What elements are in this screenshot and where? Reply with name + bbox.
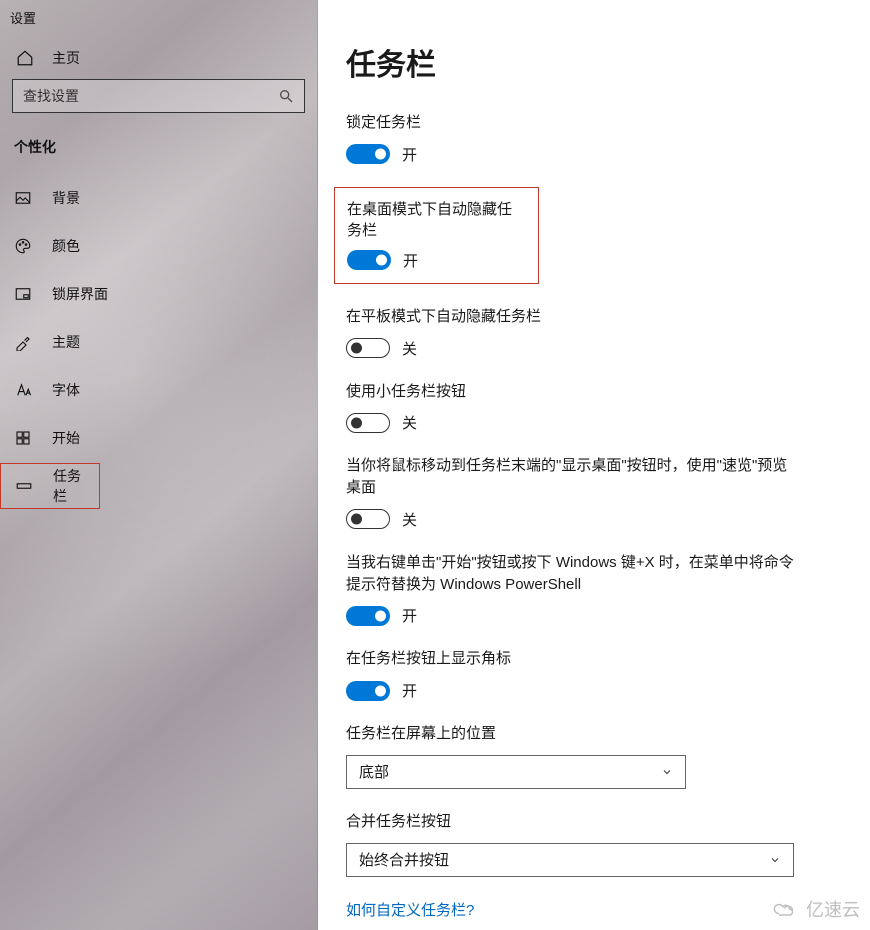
toggle-state-label: 开 bbox=[402, 144, 417, 165]
sidebar-item-label: 主题 bbox=[52, 332, 80, 352]
toggle-powershell[interactable] bbox=[346, 606, 390, 626]
setting-label: 当你将鼠标移动到任务栏末端的"显示桌面"按钮时，使用"速览"预览桌面 bbox=[346, 455, 796, 499]
chevron-down-icon bbox=[661, 766, 673, 778]
cloud-icon bbox=[770, 899, 800, 919]
toggle-lock-taskbar[interactable] bbox=[346, 144, 390, 164]
dropdown-combine-buttons[interactable]: 始终合并按钮 bbox=[346, 843, 794, 877]
setting-combine-buttons: 合并任务栏按钮 始终合并按钮 bbox=[346, 811, 842, 877]
watermark: 亿速云 bbox=[770, 896, 860, 922]
sidebar-item-fonts[interactable]: 字体 bbox=[0, 367, 317, 413]
search-icon bbox=[278, 88, 294, 104]
toggle-badges[interactable] bbox=[346, 681, 390, 701]
chevron-down-icon bbox=[769, 854, 781, 866]
setting-autohide-tablet: 在平板模式下自动隐藏任务栏 关 bbox=[346, 306, 842, 359]
link-customize-taskbar[interactable]: 如何自定义任务栏? bbox=[346, 899, 842, 920]
theme-icon bbox=[14, 333, 32, 351]
sidebar-item-colors[interactable]: 颜色 bbox=[0, 223, 317, 269]
sidebar-item-label: 任务栏 bbox=[53, 466, 85, 506]
toggle-small-buttons[interactable] bbox=[346, 413, 390, 433]
setting-lock-taskbar: 锁定任务栏 开 bbox=[346, 112, 842, 165]
dropdown-value: 始终合并按钮 bbox=[359, 849, 449, 870]
palette-icon bbox=[14, 237, 32, 255]
setting-badges: 在任务栏按钮上显示角标 开 bbox=[346, 648, 842, 701]
app-title: 设置 bbox=[0, 0, 317, 37]
sidebar-item-start[interactable]: 开始 bbox=[0, 415, 317, 461]
sidebar-item-label: 颜色 bbox=[52, 236, 80, 256]
settings-window: 设置 主页 个性化 背景 bbox=[0, 0, 870, 930]
sidebar-home[interactable]: 主页 bbox=[0, 37, 317, 79]
setting-label: 使用小任务栏按钮 bbox=[346, 381, 842, 403]
toggle-state-label: 开 bbox=[402, 605, 417, 626]
sidebar-item-background[interactable]: 背景 bbox=[0, 175, 317, 221]
sidebar-item-taskbar[interactable]: 任务栏 bbox=[0, 463, 100, 509]
setting-label: 在桌面模式下自动隐藏任务栏 bbox=[347, 198, 526, 240]
section-title: 个性化 bbox=[0, 131, 317, 175]
sidebar-item-lockscreen[interactable]: 锁屏界面 bbox=[0, 271, 317, 317]
setting-autohide-desktop-highlight: 在桌面模式下自动隐藏任务栏 开 bbox=[334, 187, 539, 284]
sidebar: 设置 主页 个性化 背景 bbox=[0, 0, 318, 930]
search-input[interactable] bbox=[23, 88, 278, 104]
toggle-state-label: 开 bbox=[403, 250, 418, 271]
toggle-state-label: 关 bbox=[402, 509, 417, 530]
main-content: 任务栏 锁定任务栏 开 在桌面模式下自动隐藏任务栏 开 在平板模式下自动隐藏任务… bbox=[318, 0, 870, 930]
start-icon bbox=[14, 429, 32, 447]
setting-label: 锁定任务栏 bbox=[346, 112, 842, 134]
taskbar-icon bbox=[15, 477, 33, 495]
setting-label: 当我右键单击"开始"按钮或按下 Windows 键+X 时，在菜单中将命令提示符… bbox=[346, 552, 796, 596]
sidebar-item-themes[interactable]: 主题 bbox=[0, 319, 317, 365]
home-icon bbox=[16, 49, 34, 67]
sidebar-item-label: 锁屏界面 bbox=[52, 284, 108, 304]
setting-powershell: 当我右键单击"开始"按钮或按下 Windows 键+X 时，在菜单中将命令提示符… bbox=[346, 552, 842, 627]
search-box[interactable] bbox=[12, 79, 305, 113]
dropdown-value: 底部 bbox=[359, 761, 389, 782]
setting-label: 在平板模式下自动隐藏任务栏 bbox=[346, 306, 842, 328]
setting-peek-preview: 当你将鼠标移动到任务栏末端的"显示桌面"按钮时，使用"速览"预览桌面 关 bbox=[346, 455, 842, 530]
setting-label: 合并任务栏按钮 bbox=[346, 811, 842, 833]
toggle-state-label: 开 bbox=[402, 680, 417, 701]
sidebar-item-label: 字体 bbox=[52, 380, 80, 400]
sidebar-item-label: 开始 bbox=[52, 428, 80, 448]
toggle-state-label: 关 bbox=[402, 338, 417, 359]
page-title: 任务栏 bbox=[346, 40, 842, 84]
setting-taskbar-position: 任务栏在屏幕上的位置 底部 bbox=[346, 723, 842, 789]
setting-small-buttons: 使用小任务栏按钮 关 bbox=[346, 381, 842, 434]
watermark-text: 亿速云 bbox=[806, 896, 860, 922]
sidebar-home-label: 主页 bbox=[52, 48, 80, 68]
toggle-state-label: 关 bbox=[402, 412, 417, 433]
setting-label: 任务栏在屏幕上的位置 bbox=[346, 723, 842, 745]
setting-label: 在任务栏按钮上显示角标 bbox=[346, 648, 842, 670]
picture-icon bbox=[14, 189, 32, 207]
toggle-autohide-tablet[interactable] bbox=[346, 338, 390, 358]
font-icon bbox=[14, 381, 32, 399]
dropdown-taskbar-position[interactable]: 底部 bbox=[346, 755, 686, 789]
sidebar-item-label: 背景 bbox=[52, 188, 80, 208]
toggle-peek-preview[interactable] bbox=[346, 509, 390, 529]
toggle-autohide-desktop[interactable] bbox=[347, 250, 391, 270]
lockscreen-icon bbox=[14, 285, 32, 303]
